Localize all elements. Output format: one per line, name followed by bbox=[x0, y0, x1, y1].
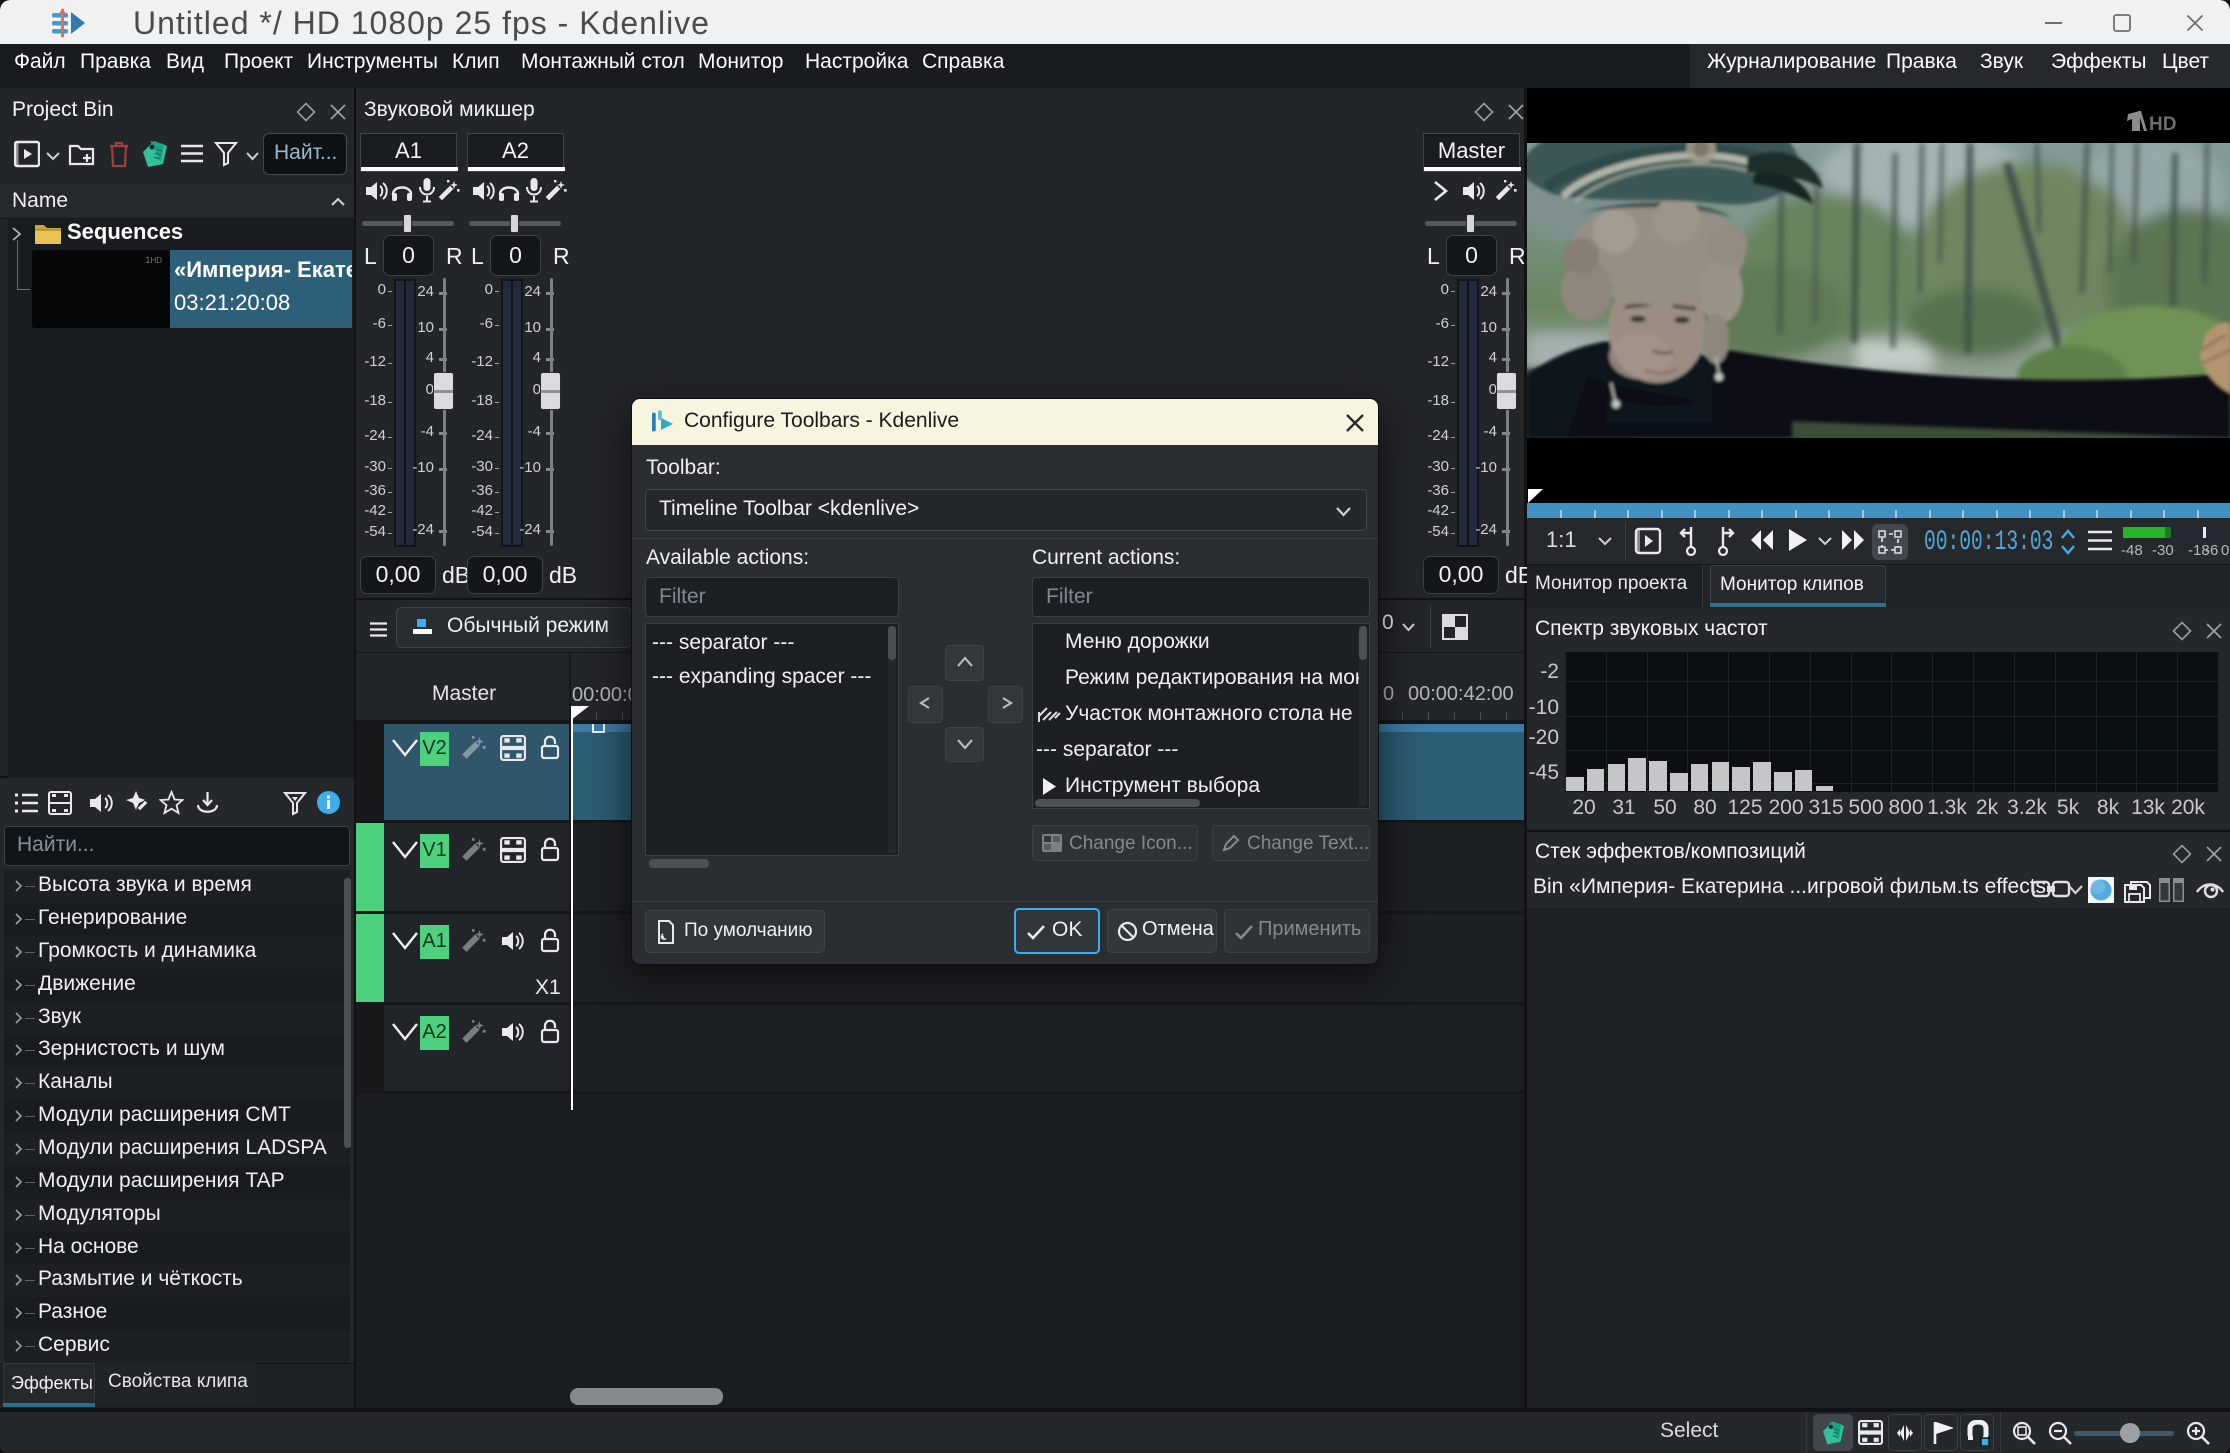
svg-text:HD: HD bbox=[2149, 114, 2176, 135]
